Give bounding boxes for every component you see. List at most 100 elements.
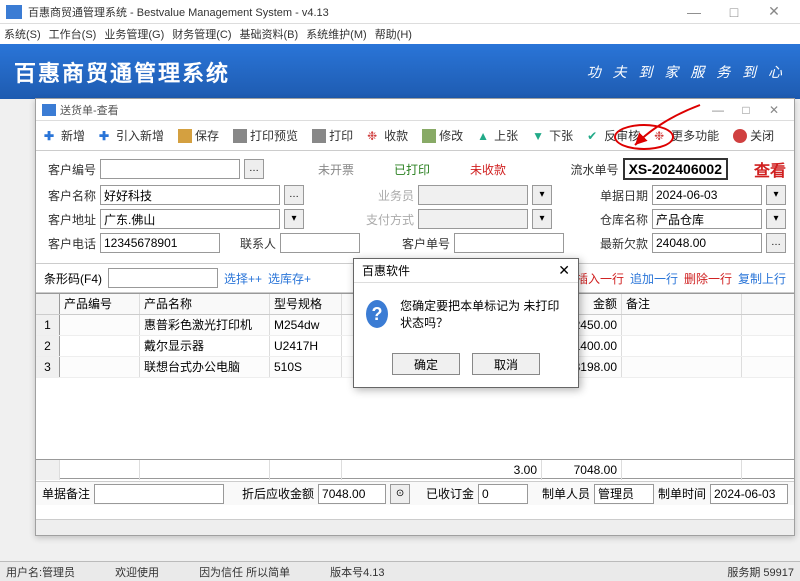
maker-input[interactable] <box>594 484 654 504</box>
maximize-button[interactable]: □ <box>714 4 754 20</box>
prev-button[interactable]: ▲上张 <box>473 125 522 146</box>
menu-finance[interactable]: 财务管理(C) <box>172 26 231 42</box>
close-order-button[interactable]: 关闭 <box>729 125 778 146</box>
view-link[interactable]: 查看 <box>754 157 786 181</box>
up-icon: ▲ <box>477 129 491 143</box>
cust-name-label: 客户名称 <box>44 187 96 204</box>
sub-icon <box>42 104 56 116</box>
menu-maintain[interactable]: 系统维护(M) <box>306 26 367 42</box>
status-welcome: 欢迎使用 <box>115 564 159 580</box>
discount-input[interactable] <box>318 484 386 504</box>
cust-code-input[interactable] <box>100 159 240 179</box>
discount-calc[interactable]: ⊙ <box>390 484 410 504</box>
barcode-label: 条形码(F4) <box>44 270 102 287</box>
cust-addr-label: 客户地址 <box>44 211 96 228</box>
menu-workbench[interactable]: 工作台(S) <box>49 26 97 42</box>
serial-label: 流水单号 <box>567 161 619 178</box>
app-title: 百惠商贸通管理系统 - Bestvalue Management System … <box>28 4 674 20</box>
down-icon: ▼ <box>532 129 546 143</box>
dialog-title: 百惠软件 <box>362 262 410 279</box>
remark-label: 单据备注 <box>42 485 90 502</box>
wh-dropdown[interactable]: ▾ <box>766 209 786 229</box>
plus-icon: ✚ <box>44 129 58 143</box>
more-button[interactable]: ❉更多功能 <box>650 125 723 146</box>
select-link[interactable]: 选择++ <box>224 270 262 287</box>
question-icon: ? <box>366 300 388 328</box>
print-preview-button[interactable]: 打印预览 <box>229 125 302 146</box>
cust-tel-label: 客户电话 <box>44 235 96 252</box>
cust-code-label: 客户编号 <box>44 161 96 178</box>
close-button[interactable]: ✕ <box>754 3 794 20</box>
cust-name-input[interactable] <box>100 185 280 205</box>
save-button[interactable]: 保存 <box>174 125 223 146</box>
date-picker[interactable]: ▾ <box>766 185 786 205</box>
select-stock-link[interactable]: 选库存+ <box>268 270 311 287</box>
delete-row-link[interactable]: 删除一行 <box>684 270 732 287</box>
barcode-input[interactable] <box>108 268 218 288</box>
debt-input[interactable] <box>652 233 762 253</box>
cust-order-input[interactable] <box>454 233 564 253</box>
dialog-ok-button[interactable]: 确定 <box>392 353 460 375</box>
sub-minimize[interactable]: — <box>704 103 732 117</box>
status-motto: 因为信任 所以简单 <box>199 564 290 580</box>
paytype-input <box>418 209 528 229</box>
remark-input[interactable] <box>94 484 224 504</box>
maketime-input[interactable] <box>710 484 788 504</box>
total-qty: 3.00 <box>342 460 542 480</box>
debt-more[interactable]: … <box>766 233 786 253</box>
sub-close[interactable]: ✕ <box>760 103 788 117</box>
tag-printed: 已打印 <box>388 160 436 179</box>
cust-code-lookup[interactable]: … <box>244 159 264 179</box>
print-button[interactable]: 打印 <box>308 125 357 146</box>
cust-addr-input[interactable] <box>100 209 280 229</box>
status-ver-label: 版本号 <box>330 567 363 579</box>
date-input[interactable] <box>652 185 762 205</box>
maker-label: 制单人员 <box>542 485 590 502</box>
wh-input[interactable] <box>652 209 762 229</box>
debt-label: 最新欠款 <box>596 235 648 252</box>
main-titlebar: 百惠商贸通管理系统 - Bestvalue Management System … <box>0 0 800 24</box>
cust-tel-input[interactable] <box>100 233 220 253</box>
contact-input[interactable] <box>280 233 360 253</box>
date-label: 单据日期 <box>596 187 648 204</box>
edit-icon <box>422 129 436 143</box>
minimize-button[interactable]: — <box>674 4 714 20</box>
new-button[interactable]: ✚新增 <box>40 125 89 146</box>
dialog-close-button[interactable]: ✕ <box>558 262 570 279</box>
insert-row-link[interactable]: 插入一行 <box>576 270 624 287</box>
menu-business[interactable]: 业务管理(G) <box>104 26 164 42</box>
more-icon: ❉ <box>654 129 668 143</box>
horizontal-scrollbar[interactable] <box>36 519 794 535</box>
modify-button[interactable]: 修改 <box>418 125 467 146</box>
menu-system[interactable]: 系统(S) <box>4 26 41 42</box>
menu-help[interactable]: 帮助(H) <box>375 26 412 42</box>
save-icon <box>178 129 192 143</box>
main-menubar: 系统(S) 工作台(S) 业务管理(G) 财务管理(C) 基础资料(B) 系统维… <box>0 24 800 44</box>
received-input[interactable] <box>478 484 528 504</box>
cust-addr-dropdown[interactable]: ▾ <box>284 209 304 229</box>
dialog-cancel-button[interactable]: 取消 <box>472 353 540 375</box>
money-icon: ❉ <box>367 129 381 143</box>
append-row-link[interactable]: 追加一行 <box>630 270 678 287</box>
copy-row-link[interactable]: 复制上行 <box>738 270 786 287</box>
status-svc: 59917 <box>763 567 794 579</box>
status-ver: 4.13 <box>363 567 384 579</box>
unaudit-button[interactable]: ✔反审核 <box>583 125 644 146</box>
print-icon <box>312 129 326 143</box>
import-new-button[interactable]: ✚引入新增 <box>95 125 168 146</box>
banner-slogan: 功 夫 到 家 服 务 到 心 <box>587 62 786 82</box>
tag-uninvoiced: 未开票 <box>312 160 360 179</box>
banner-title: 百惠商贸通管理系统 <box>14 56 230 88</box>
menu-basedata[interactable]: 基础资料(B) <box>240 26 299 42</box>
salesman-input <box>418 185 528 205</box>
check-icon: ✔ <box>587 129 601 143</box>
paytype-dropdown[interactable]: ▾ <box>532 209 552 229</box>
receive-button[interactable]: ❉收款 <box>363 125 412 146</box>
next-button[interactable]: ▼下张 <box>528 125 577 146</box>
sub-maximize[interactable]: □ <box>732 103 760 117</box>
col-note: 备注 <box>622 294 742 314</box>
received-label: 已收订金 <box>426 485 474 502</box>
cust-name-lookup[interactable]: … <box>284 185 304 205</box>
salesman-lookup[interactable]: ▾ <box>532 185 552 205</box>
maketime-label: 制单时间 <box>658 485 706 502</box>
